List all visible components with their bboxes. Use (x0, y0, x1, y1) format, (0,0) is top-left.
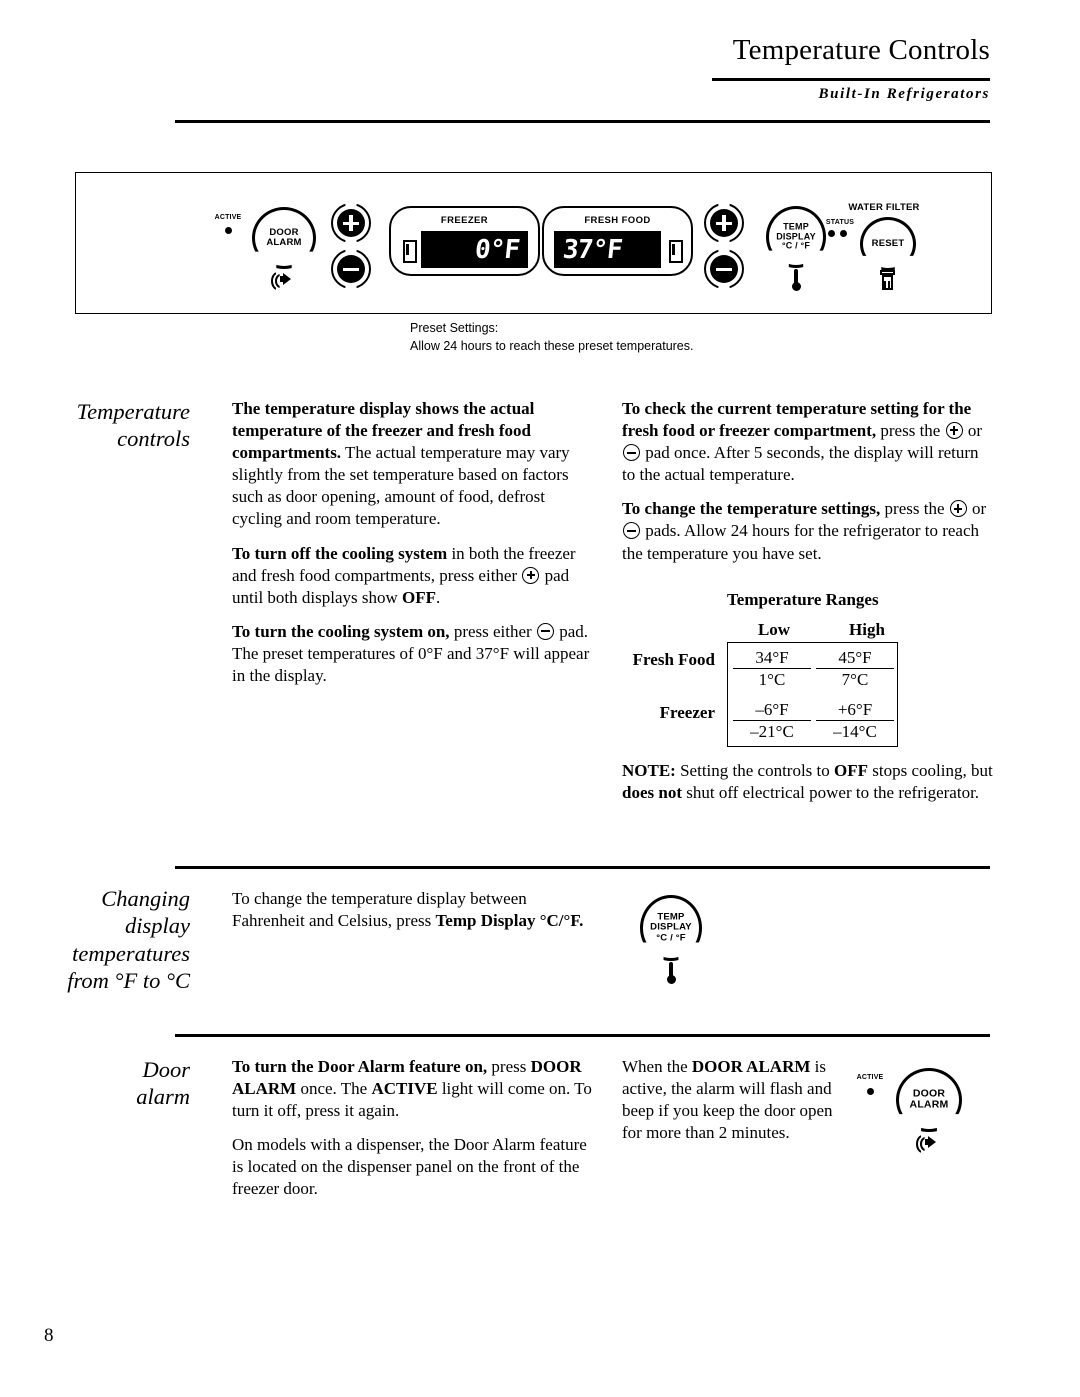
changing-display-body: To change the temperature display betwee… (232, 889, 584, 931)
paragraph-turn-on-door-alarm: To turn the Door Alarm feature on, press… (232, 1057, 592, 1121)
door-alarm-right-column: When the DOOR ALARM is active, the alarm… (622, 1057, 833, 1143)
temp-display-button[interactable]: TEMP DISPLAY °C / °F (766, 206, 826, 268)
door-alarm-label: DOOR ALARM (266, 226, 302, 248)
temp-display-label: TEMP DISPLAY °C / °F (776, 221, 816, 251)
freezer-led-screen: 0°F (421, 231, 528, 268)
plus-pad-icon (522, 566, 540, 584)
paragraph-turn-on-cooling: To turn the cooling system on, press eit… (232, 621, 590, 686)
active-label: ACTIVE (856, 1074, 884, 1081)
caption-line-1: Preset Settings: (410, 321, 499, 335)
table-row-label-freezer: Freezer (659, 703, 715, 722)
header-rule-secondary (175, 120, 990, 123)
fresh-food-display-module: FRESH FOOD 37°F (542, 206, 693, 276)
header-rule (712, 78, 990, 81)
page-subtitle: Built-In Refrigerators (818, 86, 990, 102)
minus-pad-icon (623, 444, 640, 462)
active-indicator-light (225, 227, 232, 234)
table-cell-freezer-high: +6°F –14°C (816, 700, 894, 741)
temp-display-button-illustration[interactable]: TEMP DISPLAY °C / °F (640, 895, 702, 961)
manual-page: Temperature Controls Built-In Refrigerat… (0, 0, 1080, 1397)
table-column-header-low: Low (757, 620, 791, 639)
page-title: Temperature Controls (732, 34, 990, 66)
table-row-label-fresh-food: Fresh Food (632, 650, 715, 669)
caption-line-2: Allow 24 hours to reach these preset tem… (410, 338, 694, 353)
fresh-food-temperature-value: 37°F (561, 234, 624, 265)
figure-caption: Preset Settings: Allow 24 hours to reach… (410, 320, 830, 356)
fresh-food-display-caption: FRESH FOOD (584, 215, 651, 226)
reset-label: RESET (871, 237, 905, 249)
page-number: 8 (44, 1325, 54, 1346)
temp-display-label: TEMP DISPLAY °C / °F (650, 911, 692, 944)
table-cell-fresh-food-high: 45°F 7°C (816, 648, 894, 689)
active-indicator-light (867, 1088, 874, 1095)
minus-pad-icon (623, 522, 640, 540)
control-panel-figure: ACTIVE DOOR ALARM FREEZER 0°F FRESH FOOD… (75, 172, 992, 314)
water-filter-reset-button[interactable]: RESET (860, 217, 916, 271)
freezer-temperature-value: 0°F (473, 234, 521, 265)
minus-pad-icon (536, 622, 554, 640)
freezer-decrease-pad[interactable] (331, 249, 371, 289)
fresh-food-increase-pad[interactable] (704, 203, 744, 243)
paragraph-dispenser-models: On models with a dispenser, the Door Ala… (232, 1135, 587, 1199)
door-alarm-label: DOOR ALARM (909, 1087, 949, 1111)
door-alarm-button-illustration[interactable]: DOOR ALARM (896, 1068, 962, 1132)
table-column-header-high: High (849, 620, 885, 639)
door-alarm-left-column: To turn the Door Alarm feature on, press… (232, 1056, 592, 1201)
filter-status-light-1 (828, 230, 835, 237)
section-divider-changing-display (175, 866, 990, 869)
paragraph-display-shows-actual: The temperature display shows the actual… (232, 399, 570, 529)
water-filter-label: WATER FILTER (848, 202, 920, 213)
paragraph-check-current-setting: To check the current temperature setting… (622, 399, 983, 485)
table-cell-freezer-low: –6°F –21°C (733, 700, 811, 741)
section-heading-temperature-controls: Temperature controls (76, 399, 190, 452)
filter-status-light-2 (840, 230, 847, 237)
thermometer-icon (666, 962, 676, 986)
paragraph-turn-off-cooling: To turn off the cooling system in both t… (232, 543, 576, 607)
door-alarm-button[interactable]: DOOR ALARM (252, 207, 316, 269)
section-divider-door-alarm (175, 1034, 990, 1037)
freezer-display-caption: FREEZER (440, 215, 489, 226)
freezer-increase-pad[interactable] (331, 203, 371, 243)
note-paragraph: NOTE: Setting the controls to OFF stops … (622, 761, 993, 803)
fresh-food-compartment-icon (669, 240, 683, 263)
thermometer-icon (791, 269, 801, 293)
water-filter-cartridge-icon (880, 270, 895, 290)
table-cell-fresh-food-low: 34°F 1°C (733, 648, 811, 689)
fresh-food-led-screen: 37°F (554, 231, 661, 268)
plus-pad-icon (945, 422, 963, 440)
temperature-ranges-title: Temperature Ranges (727, 590, 879, 609)
freezer-display-module: FREEZER 0°F (389, 206, 540, 276)
status-label: STATUS (825, 219, 855, 226)
temperature-controls-left-column: The temperature display shows the actual… (232, 398, 592, 687)
alarm-speaker-icon (916, 1134, 942, 1153)
section-heading-door-alarm: Door alarm (136, 1057, 190, 1110)
active-label: ACTIVE (214, 214, 242, 221)
temperature-controls-right-column: To check the current temperature setting… (622, 398, 990, 565)
paragraph-change-settings: To change the temperature settings, pres… (622, 499, 987, 563)
alarm-speaker-icon (271, 271, 297, 290)
section-heading-changing-display: Changing display temperatures from °F to… (67, 886, 190, 994)
plus-pad-icon (949, 500, 967, 518)
fresh-food-decrease-pad[interactable] (704, 249, 744, 289)
freezer-compartment-icon (403, 240, 417, 263)
temperature-ranges-table: 34°F 1°C 45°F 7°C –6°F –21°C +6°F –14°C (727, 642, 898, 747)
